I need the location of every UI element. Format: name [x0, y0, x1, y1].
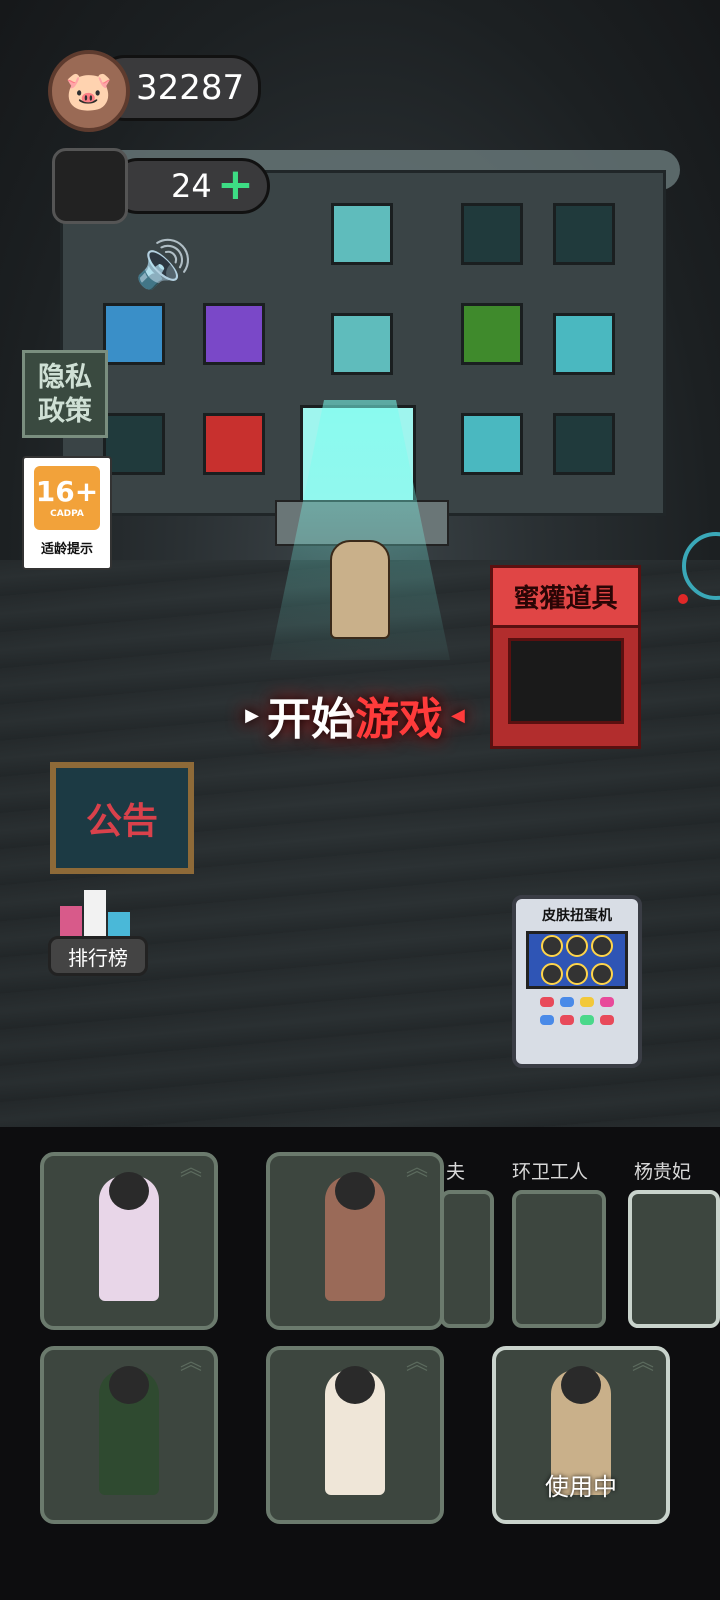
- skin-gacha-machine-button[interactable]: 皮肤扭蛋机: [512, 895, 642, 1068]
- chevron-up-icon: ︽: [179, 1350, 202, 1375]
- start-label-white: 开始: [267, 694, 355, 745]
- piece-counter: 24 +: [110, 158, 270, 214]
- window: [103, 413, 165, 475]
- notice-label: 公告: [85, 801, 158, 842]
- window: [461, 203, 523, 265]
- gacha-buttons: [516, 1015, 638, 1025]
- character-card[interactable]: ︽: [40, 1346, 218, 1524]
- mini-card-label: 夫: [446, 1161, 466, 1183]
- arrow-left-icon: ◀: [451, 704, 465, 726]
- arrow-right-icon: ▶: [245, 704, 259, 726]
- capsule: [566, 962, 588, 985]
- gacha-screen: [526, 931, 628, 989]
- character-figure: [325, 1366, 385, 1495]
- character-card[interactable]: ︽: [266, 1346, 444, 1524]
- window: [203, 303, 265, 365]
- capsule: [591, 962, 613, 985]
- window: [553, 313, 615, 375]
- podium-icon: [60, 890, 134, 940]
- capsule: [591, 935, 613, 958]
- window: [331, 203, 393, 265]
- mini-character-card[interactable]: [512, 1190, 606, 1328]
- mini-card-label: 杨贵妃: [634, 1161, 692, 1183]
- mini-card-label: 环卫工人: [512, 1161, 589, 1183]
- pig-coin-icon: 🐷: [48, 50, 130, 132]
- privacy-policy-button[interactable]: 隐私 政策: [22, 350, 108, 438]
- puzzle-piece-icon: [52, 148, 128, 224]
- window: [461, 413, 523, 475]
- piece-value: 24: [171, 167, 212, 205]
- capsule: [566, 935, 588, 958]
- age-rating-icon: 16+ CADPA: [34, 466, 100, 530]
- in-use-label: 使用中: [545, 1473, 617, 1501]
- window: [331, 313, 393, 375]
- window: [553, 203, 615, 265]
- age-rating-badge[interactable]: 16+ CADPA 适龄提示: [22, 456, 112, 570]
- gacha-buttons: [516, 997, 638, 1007]
- capsule: [541, 962, 563, 985]
- leaderboard-label: 排行榜: [48, 936, 148, 976]
- badger-shopkeeper: [507, 638, 624, 724]
- shop-sign: 蜜獾道具: [490, 565, 641, 628]
- player-character[interactable]: [330, 540, 390, 639]
- chevron-up-icon: ︽: [631, 1350, 654, 1375]
- window: [461, 303, 523, 365]
- plus-icon[interactable]: +: [217, 159, 254, 210]
- age-rating-caption: 适龄提示: [40, 542, 93, 557]
- window: [103, 303, 165, 365]
- gacha-title: 皮肤扭蛋机: [542, 908, 612, 924]
- start-game-button[interactable]: ▶ 开始 游戏 ◀: [230, 680, 480, 750]
- leaderboard-button[interactable]: 排行榜: [48, 890, 148, 982]
- honey-badger-shop-button[interactable]: 蜜獾道具: [490, 565, 641, 749]
- chevron-up-icon: ︽: [179, 1156, 202, 1181]
- coin-value: 32287: [136, 68, 245, 108]
- window: [553, 413, 615, 475]
- character-figure: [99, 1172, 159, 1301]
- character-card[interactable]: ︽: [266, 1152, 444, 1330]
- character-figure: [325, 1172, 385, 1301]
- window: [203, 413, 265, 475]
- chevron-up-icon: ︽: [405, 1156, 428, 1181]
- chevron-up-icon: ︽: [405, 1350, 428, 1375]
- mini-character-card[interactable]: [440, 1190, 494, 1328]
- notification-dot: [678, 594, 688, 604]
- game-scene: 32287 🐷 24 + 🔊 隐私 政策 16+ CADPA 适龄提示 ▶ 开始…: [0, 0, 720, 1150]
- character-card[interactable]: ︽: [40, 1152, 218, 1330]
- notice-board-button[interactable]: 公告: [50, 762, 194, 874]
- capsule: [541, 935, 563, 958]
- mini-character-card[interactable]: [628, 1190, 720, 1328]
- age-rating-value: 16+: [35, 474, 99, 508]
- speaker-icon[interactable]: 🔊: [135, 238, 197, 290]
- character-dock: ︽ ︽ ︽ ︽ ︽ 使用中: [0, 1127, 720, 1600]
- character-card-in-use[interactable]: ︽ 使用中: [492, 1346, 670, 1524]
- character-figure: [99, 1366, 159, 1495]
- age-rating-org: CADPA: [50, 508, 84, 519]
- start-label-red: 游戏: [355, 694, 443, 745]
